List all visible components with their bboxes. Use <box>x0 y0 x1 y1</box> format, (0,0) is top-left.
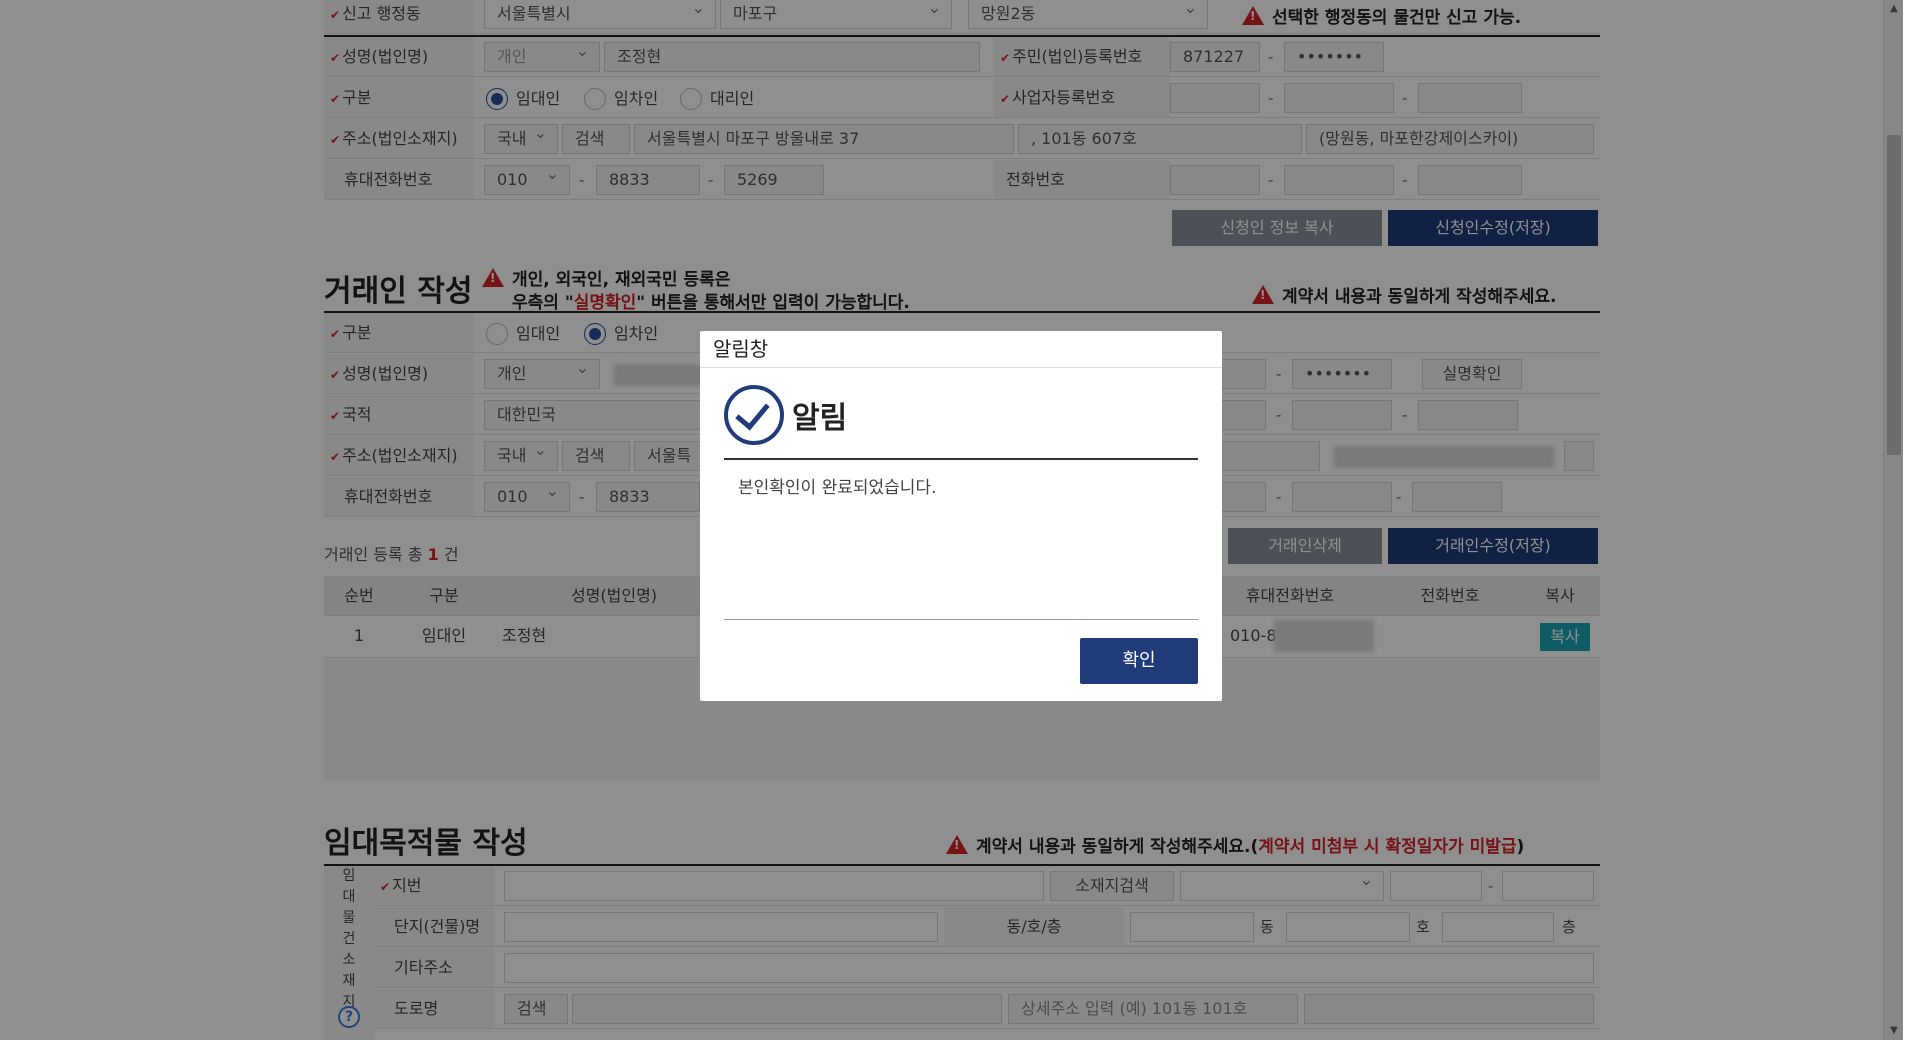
modal-message: 본인확인이 완료되었습니다. <box>738 478 937 498</box>
check-circle-icon <box>724 385 784 445</box>
modal-header: 알림창 <box>700 331 1222 368</box>
modal-title: 알림 <box>792 401 848 436</box>
modal-ok-button[interactable]: 확인 <box>1080 638 1198 684</box>
modal-divider <box>724 458 1198 460</box>
alert-modal: 알림창 알림 본인확인이 완료되었습니다. 확인 <box>700 331 1222 701</box>
modal-divider <box>724 619 1198 620</box>
